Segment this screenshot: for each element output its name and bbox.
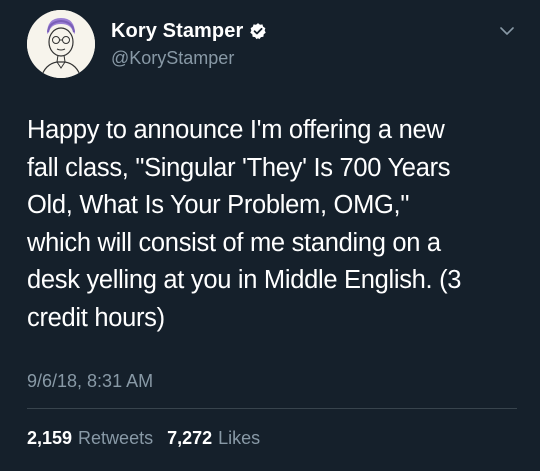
likes-label: Likes (218, 428, 261, 448)
author-display-name[interactable]: Kory Stamper (111, 20, 243, 43)
tweet-card: Kory Stamper @KoryStamper Happy to annou… (0, 0, 540, 471)
tweet-text: Happy to announce I'm offering a new fal… (27, 116, 462, 332)
divider (27, 408, 517, 409)
author-name-row[interactable]: Kory Stamper (111, 18, 267, 44)
verified-badge-icon (249, 22, 267, 40)
likes-stat[interactable]: 7,272 Likes (167, 428, 260, 449)
avatar[interactable] (27, 10, 95, 78)
avatar-illustration (27, 10, 95, 78)
chevron-down-icon[interactable] (498, 24, 516, 38)
retweets-stat[interactable]: 2,159 Retweets (27, 428, 153, 449)
likes-count: 7,272 (167, 428, 213, 448)
retweets-count: 2,159 (27, 428, 73, 448)
author-handle[interactable]: @KoryStamper (111, 48, 234, 69)
retweets-label: Retweets (78, 428, 154, 448)
tweet-stats: 2,159 Retweets 7,272 Likes (27, 428, 274, 449)
tweet-timestamp[interactable]: 9/6/18, 8:31 AM (27, 371, 153, 392)
